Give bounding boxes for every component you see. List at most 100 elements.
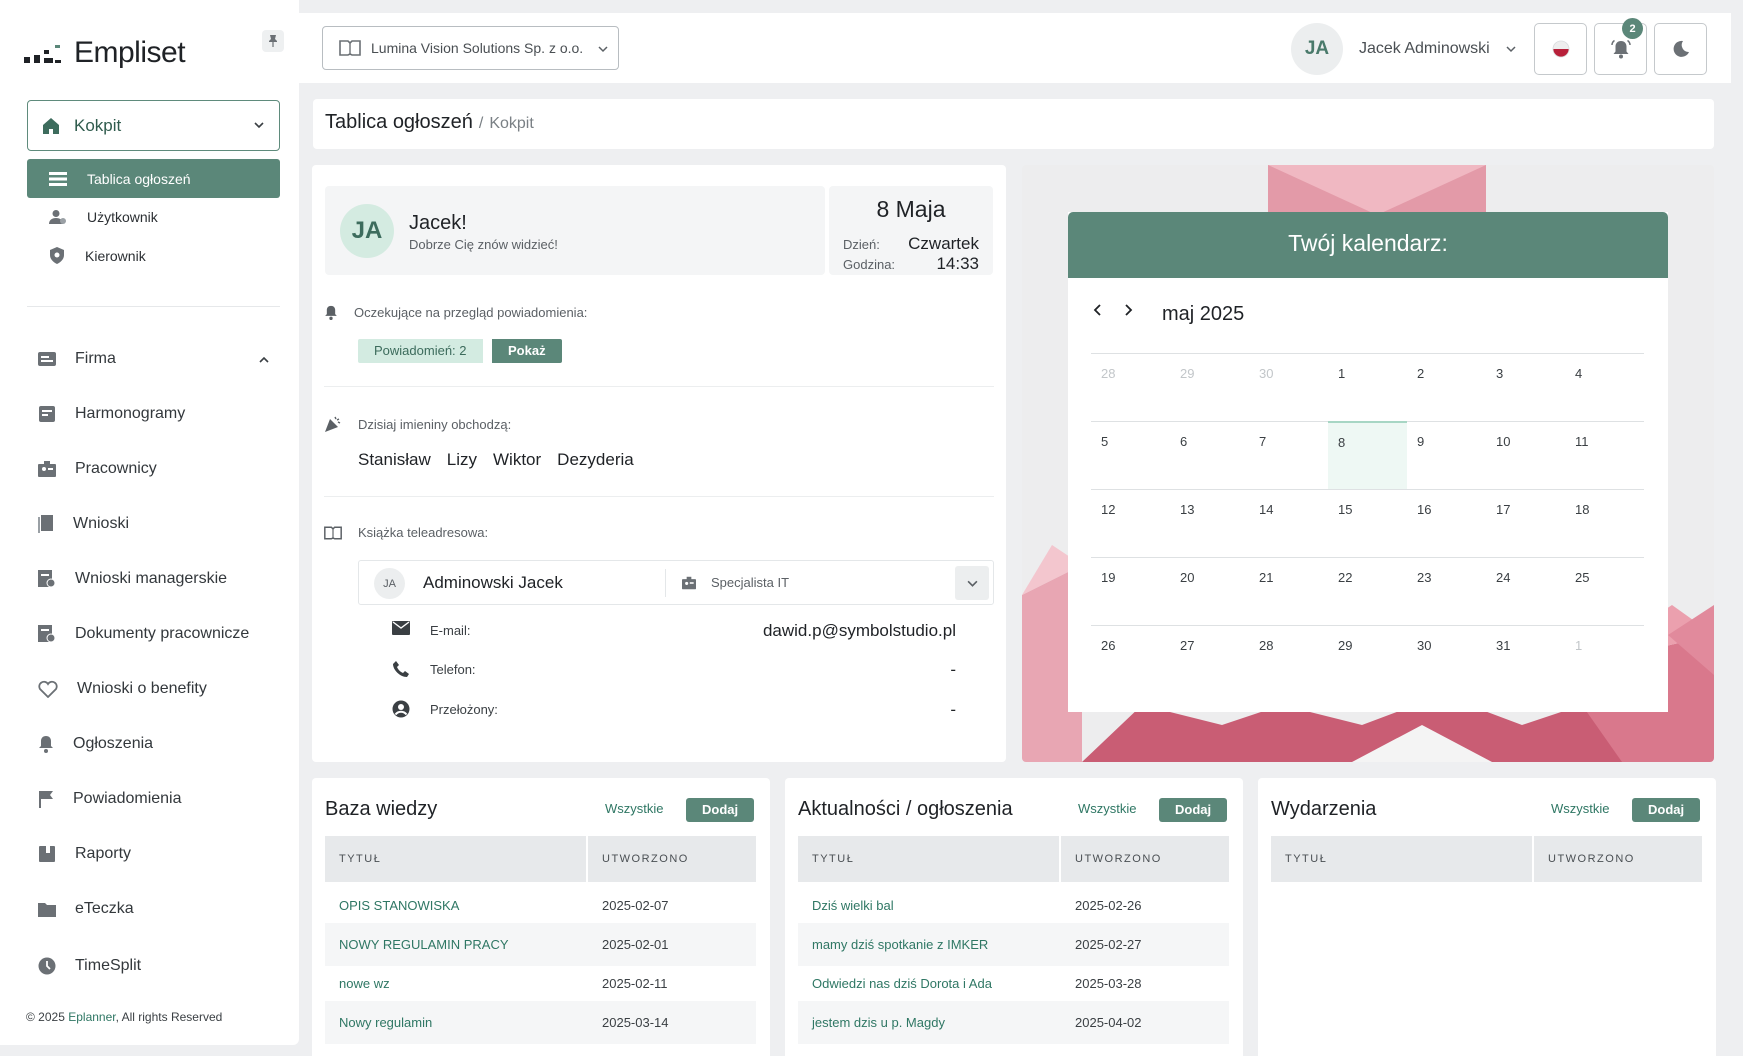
calendar-day[interactable]: 30 <box>1249 354 1328 421</box>
calendar-day[interactable]: 4 <box>1565 354 1644 421</box>
calendar-day[interactable]: 13 <box>1170 490 1249 557</box>
logo-mark-icon <box>24 45 61 63</box>
add-button[interactable]: Dodaj <box>1632 798 1701 822</box>
show-notifications-button[interactable]: Pokaż <box>492 339 562 363</box>
sidebar-item-eteczka[interactable]: eTeczka <box>38 894 278 924</box>
table-row[interactable]: NOWY REGULAMIN PRACY 2025-02-01 <box>325 923 756 966</box>
table-header: TYTUŁ UTWORZONO <box>798 836 1229 882</box>
calendar-day[interactable]: 6 <box>1170 422 1249 489</box>
sidebar-item-wnioski-managerskie[interactable]: Wnioski managerskie <box>38 564 278 594</box>
row-title-link[interactable]: jestem dzis u p. Magdy <box>798 1001 1061 1044</box>
row-title-link[interactable]: OPIS STANOWISKA <box>325 884 588 927</box>
company-select[interactable]: Lumina Vision Solutions Sp. z o.o. <box>322 26 619 70</box>
divider <box>324 386 994 387</box>
calendar-day[interactable]: 10 <box>1486 422 1565 489</box>
eplanner-link[interactable]: Eplanner <box>68 1010 115 1024</box>
table-row[interactable]: Nowy regulamin 2025-03-14 <box>325 1001 756 1044</box>
calendar-day[interactable]: 22 <box>1328 558 1407 625</box>
calendar-day-today[interactable]: 8 <box>1328 421 1407 489</box>
column-header-created: UTWORZONO <box>1075 853 1162 865</box>
calendar-day[interactable]: 14 <box>1249 490 1328 557</box>
calendar-day[interactable]: 1 <box>1565 626 1644 693</box>
row-title-link[interactable]: Odwiedzi nas dziś Dorota i Ada <box>798 962 1061 1005</box>
calendar-day[interactable]: 21 <box>1249 558 1328 625</box>
chevron-right-icon[interactable] <box>1122 303 1134 317</box>
theme-toggle-button[interactable] <box>1654 23 1707 75</box>
user-menu[interactable]: JA Jacek Adminowski <box>1291 23 1516 75</box>
reports-icon <box>39 846 55 862</box>
calendar-day[interactable]: 28 <box>1249 626 1328 693</box>
calendar-day[interactable]: 27 <box>1170 626 1249 693</box>
view-all-link[interactable]: Wszystkie <box>1551 801 1610 816</box>
calendar-day[interactable]: 17 <box>1486 490 1565 557</box>
contact-row[interactable]: JA Adminowski Jacek Specjalista IT <box>358 560 994 605</box>
calendar-day[interactable]: 24 <box>1486 558 1565 625</box>
calendar-day[interactable]: 30 <box>1407 626 1486 693</box>
sidebar-item-raporty[interactable]: Raporty <box>38 839 278 869</box>
contact-expand-button[interactable] <box>955 566 989 600</box>
chevron-left-icon[interactable] <box>1092 303 1104 317</box>
sidebar-item-wnioski[interactable]: Wnioski <box>38 509 278 539</box>
notifications-button[interactable]: 2 <box>1594 18 1647 75</box>
table-row[interactable]: jestem dzis u p. Magdy 2025-04-02 <box>798 1001 1229 1044</box>
sidebar-item-timesplit[interactable]: TimeSplit <box>38 951 278 981</box>
add-button[interactable]: Dodaj <box>686 798 755 822</box>
row-title-link[interactable]: Dziś wielki bal <box>798 884 1061 927</box>
calendar-day[interactable]: 29 <box>1328 626 1407 693</box>
calendar-day[interactable]: 29 <box>1170 354 1249 421</box>
sidebar-item-dokumenty[interactable]: Dokumenty pracownicze <box>38 619 278 649</box>
news-card: Aktualności / ogłoszenia Wszystkie Dodaj… <box>785 778 1243 1056</box>
table-row[interactable]: Dziś wielki bal 2025-02-26 <box>798 884 1229 927</box>
calendar-day[interactable]: 1 <box>1328 354 1407 421</box>
view-all-link[interactable]: Wszystkie <box>1078 801 1137 816</box>
calendar-day[interactable]: 7 <box>1249 422 1328 489</box>
calendar-day[interactable]: 3 <box>1486 354 1565 421</box>
calendar-day[interactable]: 28 <box>1091 354 1170 421</box>
table-row[interactable]: nowe wz 2025-02-11 <box>325 962 756 1005</box>
sidebar-item-benefity[interactable]: Wnioski o benefity <box>38 674 278 704</box>
add-button[interactable]: Dodaj <box>1159 798 1228 822</box>
calendar-day[interactable]: 23 <box>1407 558 1486 625</box>
calendar-day[interactable]: 26 <box>1091 626 1170 693</box>
clock-icon <box>38 957 56 975</box>
calendar-day[interactable]: 20 <box>1170 558 1249 625</box>
calendar-day[interactable]: 25 <box>1565 558 1644 625</box>
calendar-nav <box>1092 303 1134 317</box>
sidebar-item-ogloszenia[interactable]: Ogłoszenia <box>38 729 278 759</box>
sidebar-item-pracownicy[interactable]: Pracownicy <box>38 454 278 484</box>
calendar-day[interactable]: 5 <box>1091 422 1170 489</box>
breadcrumb-parent-link[interactable]: Kokpit <box>489 115 533 133</box>
calendar-day[interactable]: 9 <box>1407 422 1486 489</box>
sidebar-item-powiadomienia[interactable]: Powiadomienia <box>38 784 278 814</box>
calendar-day[interactable]: 2 <box>1407 354 1486 421</box>
calendar-day[interactable]: 18 <box>1565 490 1644 557</box>
pin-sidebar-button[interactable] <box>262 30 284 52</box>
view-all-link[interactable]: Wszystkie <box>605 801 664 816</box>
sidebar-item-label: Wnioski <box>73 515 130 532</box>
sidebar-item-tablica[interactable]: Tablica ogłoszeń <box>27 159 280 198</box>
sidebar-divider <box>27 306 280 307</box>
kokpit-menu[interactable]: Kokpit <box>27 100 280 151</box>
row-title-link[interactable]: nowe wz <box>325 962 588 1005</box>
sidebar-item-label: Użytkownik <box>87 208 158 225</box>
table-row[interactable]: Odwiedzi nas dziś Dorota i Ada 2025-03-28 <box>798 962 1229 1005</box>
sidebar-item-uzytkownik[interactable]: Użytkownik <box>27 197 280 236</box>
calendar-day[interactable]: 11 <box>1565 422 1644 489</box>
calendar-day[interactable]: 31 <box>1486 626 1565 693</box>
email-value[interactable]: dawid.p@symbolstudio.pl <box>763 621 956 641</box>
calendar-day[interactable]: 12 <box>1091 490 1170 557</box>
table-row[interactable]: OPIS STANOWISKA 2025-02-07 <box>325 884 756 927</box>
calendar-day[interactable]: 19 <box>1091 558 1170 625</box>
sidebar-item-harmonogramy[interactable]: Harmonogramy <box>38 399 278 429</box>
row-title-link[interactable]: NOWY REGULAMIN PRACY <box>325 923 588 966</box>
sidebar-item-firma[interactable]: Firma <box>38 344 278 374</box>
row-title-link[interactable]: Nowy regulamin <box>325 1001 588 1044</box>
row-title-link[interactable]: mamy dziś spotkanie z IMKER <box>798 923 1061 966</box>
language-button[interactable] <box>1534 23 1587 75</box>
sidebar-item-kierownik[interactable]: Kierownik <box>27 236 280 275</box>
calendar-week: 5 6 7 8 9 10 11 <box>1091 421 1644 489</box>
table-row[interactable]: mamy dziś spotkanie z IMKER 2025-02-27 <box>798 923 1229 966</box>
calendar-day[interactable]: 15 <box>1328 490 1407 557</box>
calendar-day[interactable]: 16 <box>1407 490 1486 557</box>
logo[interactable]: Empliset <box>24 36 186 70</box>
